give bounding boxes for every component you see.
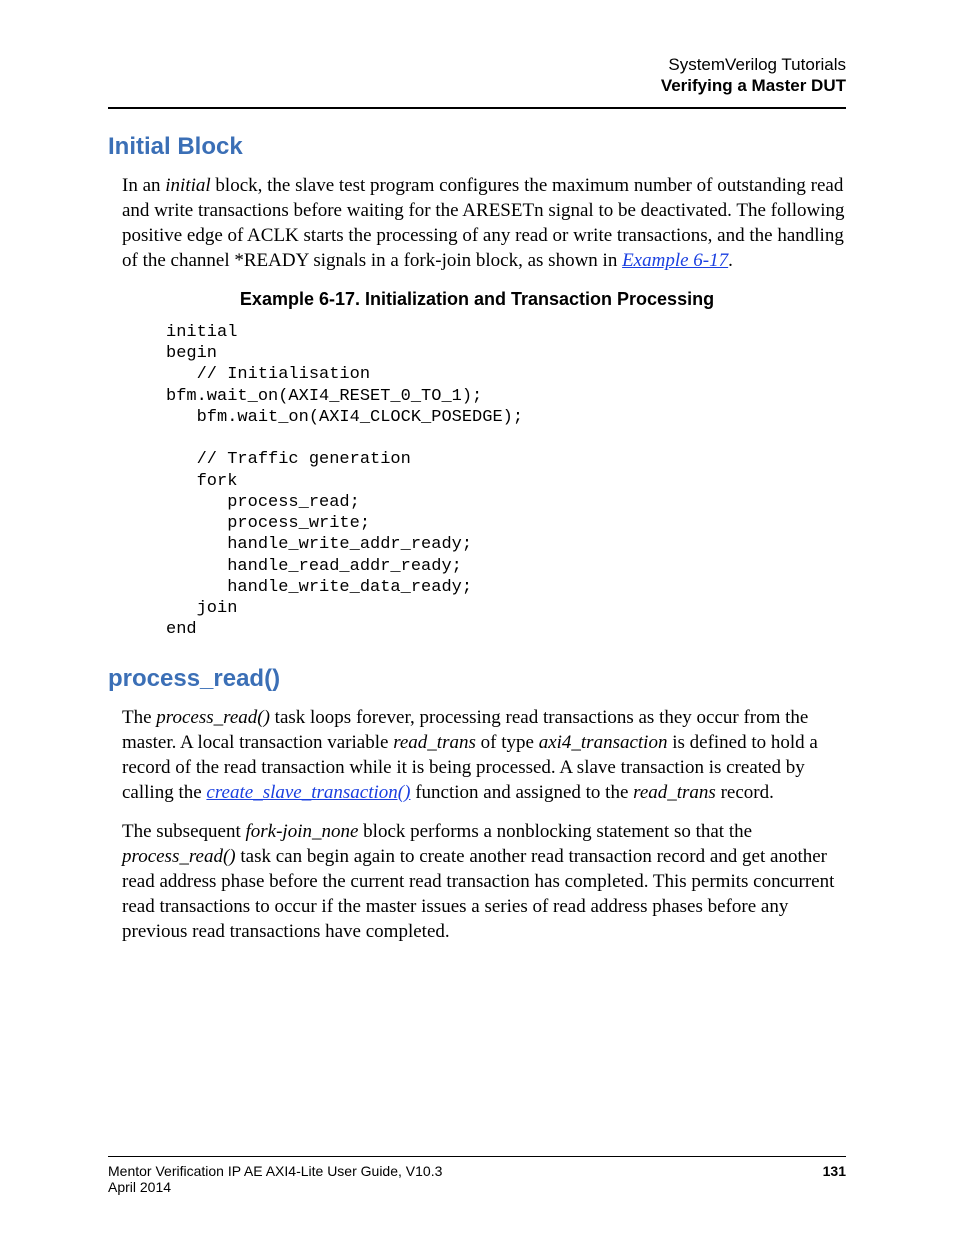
page-number: 131 — [823, 1163, 846, 1179]
text: . — [728, 250, 733, 271]
page: SystemVerilog Tutorials Verifying a Mast… — [0, 0, 954, 1235]
text: of type — [476, 732, 539, 753]
header-rule — [108, 107, 846, 109]
text: The — [122, 707, 156, 728]
text-italic: process_read() — [122, 846, 236, 867]
footer-date: April 2014 — [108, 1179, 846, 1195]
text: function and assigned to the — [410, 782, 633, 803]
running-header: SystemVerilog Tutorials Verifying a Mast… — [108, 54, 846, 97]
body-text: The process_read() task loops forever, p… — [122, 705, 846, 945]
paragraph: The subsequent fork-join_none block perf… — [122, 819, 846, 944]
heading-initial-block: Initial Block — [108, 133, 846, 161]
link-example-6-17[interactable]: Example 6-17 — [622, 250, 728, 271]
text: block performs a nonblocking statement s… — [358, 821, 752, 842]
paragraph: In an initial block, the slave test prog… — [122, 173, 846, 273]
text-italic: axi4_transaction — [539, 732, 668, 753]
text-italic: initial — [165, 175, 210, 196]
text: record. — [716, 782, 774, 803]
footer: Mentor Verification IP AE AXI4-Lite User… — [108, 1156, 846, 1195]
paragraph: The process_read() task loops forever, p… — [122, 705, 846, 805]
text: block, the slave test program configures… — [122, 175, 845, 271]
text-italic: read_trans — [393, 732, 476, 753]
body-text: In an initial block, the slave test prog… — [122, 173, 846, 273]
footer-row: Mentor Verification IP AE AXI4-Lite User… — [108, 1163, 846, 1179]
text: In an — [122, 175, 165, 196]
heading-process-read: process_read() — [108, 665, 846, 693]
example-caption: Example 6-17. Initialization and Transac… — [108, 289, 846, 310]
text-italic: fork-join_none — [245, 821, 358, 842]
text: The subsequent — [122, 821, 245, 842]
link-create-slave-transaction[interactable]: create_slave_transaction() — [206, 782, 410, 803]
footer-doc-title: Mentor Verification IP AE AXI4-Lite User… — [108, 1163, 442, 1179]
code-block: initial begin // Initialisation bfm.wait… — [166, 322, 846, 641]
text-italic: read_trans — [633, 782, 716, 803]
footer-rule — [108, 1156, 846, 1157]
text-italic: process_read() — [156, 707, 270, 728]
header-line1: SystemVerilog Tutorials — [108, 54, 846, 75]
header-line2: Verifying a Master DUT — [108, 75, 846, 96]
